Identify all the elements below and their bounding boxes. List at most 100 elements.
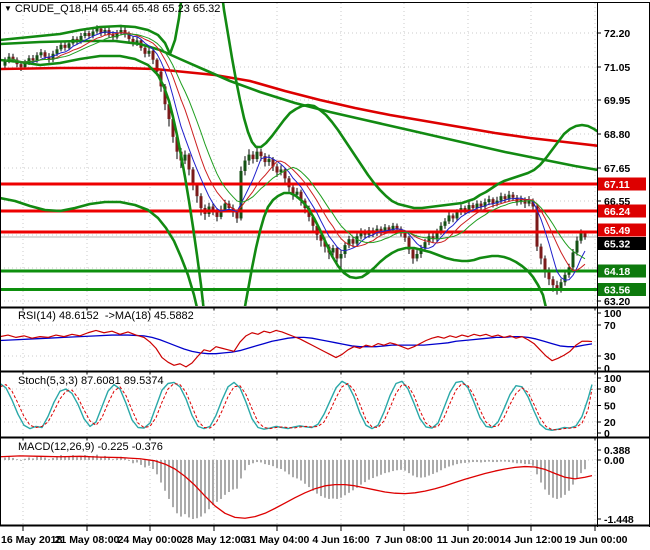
rsi-indicator-label: RSI(14) 48.6152 ->MA(18) 45.5882 <box>18 310 194 322</box>
axis-label: 68.80 <box>604 129 630 141</box>
candle <box>247 154 251 161</box>
axis-label: 0 <box>604 428 610 440</box>
chart-title-text: CRUDE_Q18,H4 65.44 65.48 65.23 65.32 <box>14 3 221 15</box>
axis-label: 65.32 <box>604 238 630 250</box>
candle <box>195 184 199 197</box>
candle <box>403 233 407 238</box>
overlay-lines <box>0 3 597 306</box>
axis-label: 28 May 12:00 <box>182 534 247 546</box>
candle <box>243 160 247 171</box>
candle <box>511 194 515 198</box>
axis-label: 30 <box>604 351 616 363</box>
candle <box>487 199 491 203</box>
candle <box>83 33 87 36</box>
candle <box>35 55 39 61</box>
candle <box>147 50 151 54</box>
candle <box>95 28 99 32</box>
candle <box>151 50 155 60</box>
candle <box>479 203 483 207</box>
axis-label: 11 Jun 20:00 <box>437 534 500 546</box>
macd-indicator-label: MACD(12,26,9) -0.225 -0.376 <box>18 441 163 453</box>
axis-label: 72.20 <box>604 28 630 40</box>
candle <box>223 203 227 210</box>
price-axis: 72.2071.0569.9568.8067.6566.5563.2067.11… <box>597 28 646 526</box>
candle <box>579 233 583 241</box>
candle <box>235 212 239 219</box>
time-axis: 16 May 201821 May 08:0024 May 00:00 28 Ma… <box>1 534 628 546</box>
ma-red-slow <box>0 66 597 147</box>
candle <box>191 169 195 185</box>
stoch-d-line <box>0 383 593 431</box>
candle <box>87 33 91 36</box>
axis-label: 80 <box>604 384 616 396</box>
trading-chart-window: 72.20 71.05 69.95 68.80 67.65 66.55 63.20 67.11… <box>0 0 650 550</box>
axis-label: 100 <box>604 308 622 320</box>
candle <box>267 159 271 163</box>
axis-label: 63.56 <box>604 284 630 296</box>
candle <box>575 240 579 253</box>
axis-label: 19 Jun 00:00 <box>564 534 627 546</box>
axis-label: 7 Jun 08:00 <box>375 534 432 546</box>
candle <box>539 246 543 259</box>
candle <box>275 166 279 173</box>
wide-lower-band <box>0 196 198 306</box>
candle <box>19 64 23 68</box>
candle <box>339 254 343 259</box>
axis-label: 14 Jun 12:00 <box>499 534 562 546</box>
stoch-indicator-label: Stoch(5,3,3) 87.6081 89.5374 <box>18 375 164 387</box>
candle <box>471 205 475 209</box>
candle <box>255 151 259 160</box>
candles <box>3 24 587 295</box>
candle <box>571 252 575 268</box>
candle <box>67 43 71 48</box>
chart-canvas[interactable]: 72.2071.0569.9568.8067.6566.5563.2067.11… <box>0 0 650 550</box>
candle <box>455 212 459 219</box>
axis-label: 63.20 <box>604 296 630 308</box>
candle <box>259 151 263 157</box>
candle <box>563 274 567 283</box>
candle <box>423 242 427 249</box>
candle <box>583 233 587 238</box>
candle <box>503 196 507 200</box>
macd-panel <box>0 454 593 520</box>
axis-label: -1.448 <box>604 514 634 526</box>
candle <box>31 58 35 61</box>
candle <box>183 154 187 161</box>
axis-label: 70 <box>604 320 616 332</box>
candle <box>295 191 299 195</box>
axis-label: 21 May 08:00 <box>55 534 120 546</box>
candle <box>251 154 255 160</box>
candle <box>55 49 59 54</box>
axis-label: 67.65 <box>604 163 630 175</box>
ma-green-slow <box>0 39 597 172</box>
candle <box>187 154 191 170</box>
candle <box>43 52 47 57</box>
axis-label: 66.24 <box>604 206 630 218</box>
candle <box>447 215 451 222</box>
axis-label: 50 <box>604 400 616 412</box>
axis-label: 67.11 <box>604 179 630 191</box>
axis-label: 65.49 <box>604 225 630 237</box>
axis-label: 71.05 <box>604 62 630 74</box>
candle <box>491 199 495 204</box>
candle <box>143 47 147 54</box>
axis-label: 64.18 <box>604 266 630 278</box>
candle <box>499 196 503 201</box>
candle <box>551 279 555 286</box>
collapse-chart-icon[interactable]: ▼ <box>4 4 12 13</box>
axis-label: 69.95 <box>604 95 630 107</box>
candle <box>59 44 63 50</box>
candle <box>39 52 43 56</box>
candle <box>451 215 455 219</box>
candle <box>63 44 67 48</box>
candle <box>351 239 355 244</box>
candle <box>199 196 203 209</box>
axis-label: 4 Jun 16:00 <box>312 534 369 546</box>
axis-label: 24 May 00:00 <box>118 534 183 546</box>
axis-label: 16 May 2018 <box>1 534 62 546</box>
candle <box>335 248 339 259</box>
candle <box>543 258 547 271</box>
candle <box>331 248 335 253</box>
candle <box>343 245 347 255</box>
axis-label: 0.00 <box>604 455 625 467</box>
